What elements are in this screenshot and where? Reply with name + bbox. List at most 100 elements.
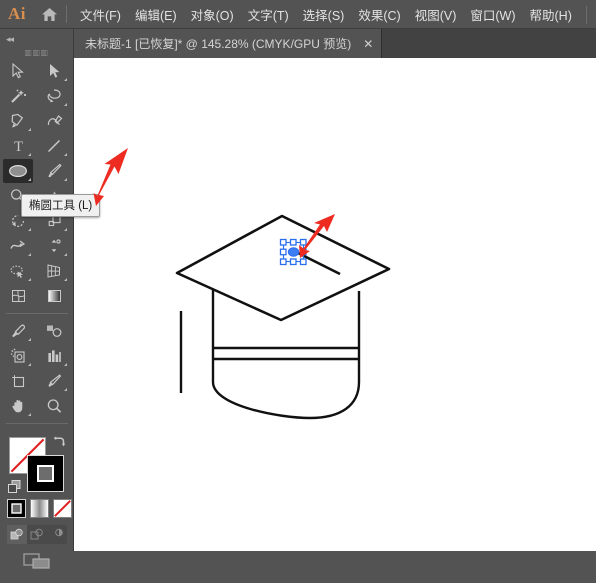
slice-tool[interactable] [39,369,69,393]
flyout-indicator-icon [28,253,31,256]
none-mode-button[interactable] [53,499,72,518]
tool-row [0,344,74,369]
tool-row: T [0,134,74,159]
lasso-tool[interactable] [39,84,69,108]
fill-stroke-controls [0,433,74,583]
flyout-indicator-icon [28,278,31,281]
menu-type[interactable]: 文字(T) [241,1,296,28]
tool-row [0,84,74,109]
paintbrush-tool[interactable] [39,159,69,183]
draw-normal-button[interactable] [7,525,27,544]
default-fill-stroke-icon[interactable] [7,479,23,500]
graduation-cap-drawing [175,214,391,420]
selected-ellipse[interactable] [279,238,307,266]
menu-window[interactable]: 窗口(W) [463,1,522,28]
curvature-tool[interactable] [39,109,69,133]
zoom-tool[interactable] [39,394,69,418]
width-tool[interactable] [3,234,33,258]
tool-row [0,59,74,84]
menu-file[interactable]: 文件(F) [73,1,128,28]
tools-panel: ◂◂ ▥▥▥ T [0,29,74,569]
close-icon[interactable]: ✕ [363,38,373,50]
ellipse-tool[interactable] [3,159,33,183]
menu-separator [66,5,67,23]
line-segment-tool[interactable] [39,134,69,158]
shape-builder-tool[interactable] [3,259,33,283]
draw-behind-button[interactable] [27,525,47,544]
color-mode-buttons [7,499,76,518]
tool-group-divider [6,313,68,314]
eyedropper-tool[interactable] [3,319,33,343]
column-graph-tool[interactable] [39,344,69,368]
blend-tool[interactable] [39,319,69,343]
illustrator-window: Ai 文件(F) 编辑(E) 对象(O) 文字(T) 选择(S) 效果(C) 视… [0,0,596,569]
gradient-mode-button[interactable] [30,499,49,518]
flyout-indicator-icon [28,128,31,131]
tool-group-divider [6,423,68,424]
flyout-indicator-icon [64,388,67,391]
tool-row [0,109,74,134]
flyout-indicator-icon [64,228,67,231]
menu-right-separator [586,6,587,24]
menu-select[interactable]: 选择(S) [296,1,352,28]
mortarboard-top [175,214,391,322]
selection-tool[interactable] [3,59,33,83]
flyout-indicator-icon [64,153,67,156]
document-tab[interactable]: 未标题-1 [已恢复]* @ 145.28% (CMYK/GPU 预览) ✕ [74,29,383,58]
tool-row [0,234,74,259]
tool-row [0,159,74,184]
artboard-canvas[interactable] [74,58,596,551]
gradient-tool[interactable] [39,284,69,308]
pen-tool[interactable] [3,109,33,133]
home-icon[interactable] [34,0,64,29]
color-mode-button[interactable] [7,499,26,518]
flyout-indicator-icon [28,338,31,341]
flyout-indicator-icon [64,103,67,106]
tool-row [0,284,74,309]
menu-edit[interactable]: 编辑(E) [128,1,184,28]
menu-view[interactable]: 视图(V) [408,1,464,28]
flyout-indicator-icon [28,153,31,156]
flyout-indicator-icon [64,363,67,366]
ai-logo: Ai [8,4,26,23]
perspective-grid-tool[interactable] [39,259,69,283]
tool-row [0,369,74,394]
swap-fill-stroke-icon[interactable] [51,435,67,455]
document-tab-bar: 未标题-1 [已恢复]* @ 145.28% (CMYK/GPU 预览) ✕ [0,29,596,58]
flyout-indicator-icon [28,413,31,416]
flyout-indicator-icon [64,253,67,256]
tool-tooltip: 椭圆工具 (L) [21,194,101,217]
type-tool[interactable]: T [3,134,33,158]
mesh-tool[interactable] [3,284,33,308]
symbol-sprayer-tool[interactable] [3,344,33,368]
draw-inside-button[interactable] [47,525,67,544]
tool-row [0,319,74,344]
collapse-panel-icon[interactable]: ◂◂ [6,34,14,45]
menu-object[interactable]: 对象(O) [184,1,241,28]
document-tab-title: 未标题-1 [已恢复]* @ 145.28% (CMYK/GPU 预览) [85,37,352,51]
flyout-indicator-icon [64,278,67,281]
menu-help[interactable]: 帮助(H) [523,1,579,28]
flyout-indicator-icon [64,178,67,181]
tool-row [0,394,74,419]
tool-list: T [0,59,74,429]
menu-effect[interactable]: 效果(C) [351,1,407,28]
artboard-tool[interactable] [3,369,33,393]
svg-text:T: T [14,139,23,154]
panel-drag-handle[interactable]: ▥▥▥ [0,48,73,57]
tool-row [0,259,74,284]
drawing-mode-buttons [7,525,67,544]
free-transform-tool[interactable] [39,234,69,258]
flyout-indicator-icon [28,228,31,231]
flyout-indicator-icon [28,178,31,181]
magic-wand-tool[interactable] [3,84,33,108]
direct-selection-tool[interactable] [39,59,69,83]
hand-tool[interactable] [3,394,33,418]
stroke-swatch-inner [37,465,54,482]
menu-bar: Ai 文件(F) 编辑(E) 对象(O) 文字(T) 选择(S) 效果(C) 视… [0,0,596,29]
flyout-indicator-icon [28,363,31,366]
tools-panel-header: ◂◂ ▥▥▥ [0,29,73,59]
flyout-indicator-icon [64,78,67,81]
change-screen-mode-button[interactable] [0,551,74,571]
stroke-swatch[interactable] [27,455,64,492]
